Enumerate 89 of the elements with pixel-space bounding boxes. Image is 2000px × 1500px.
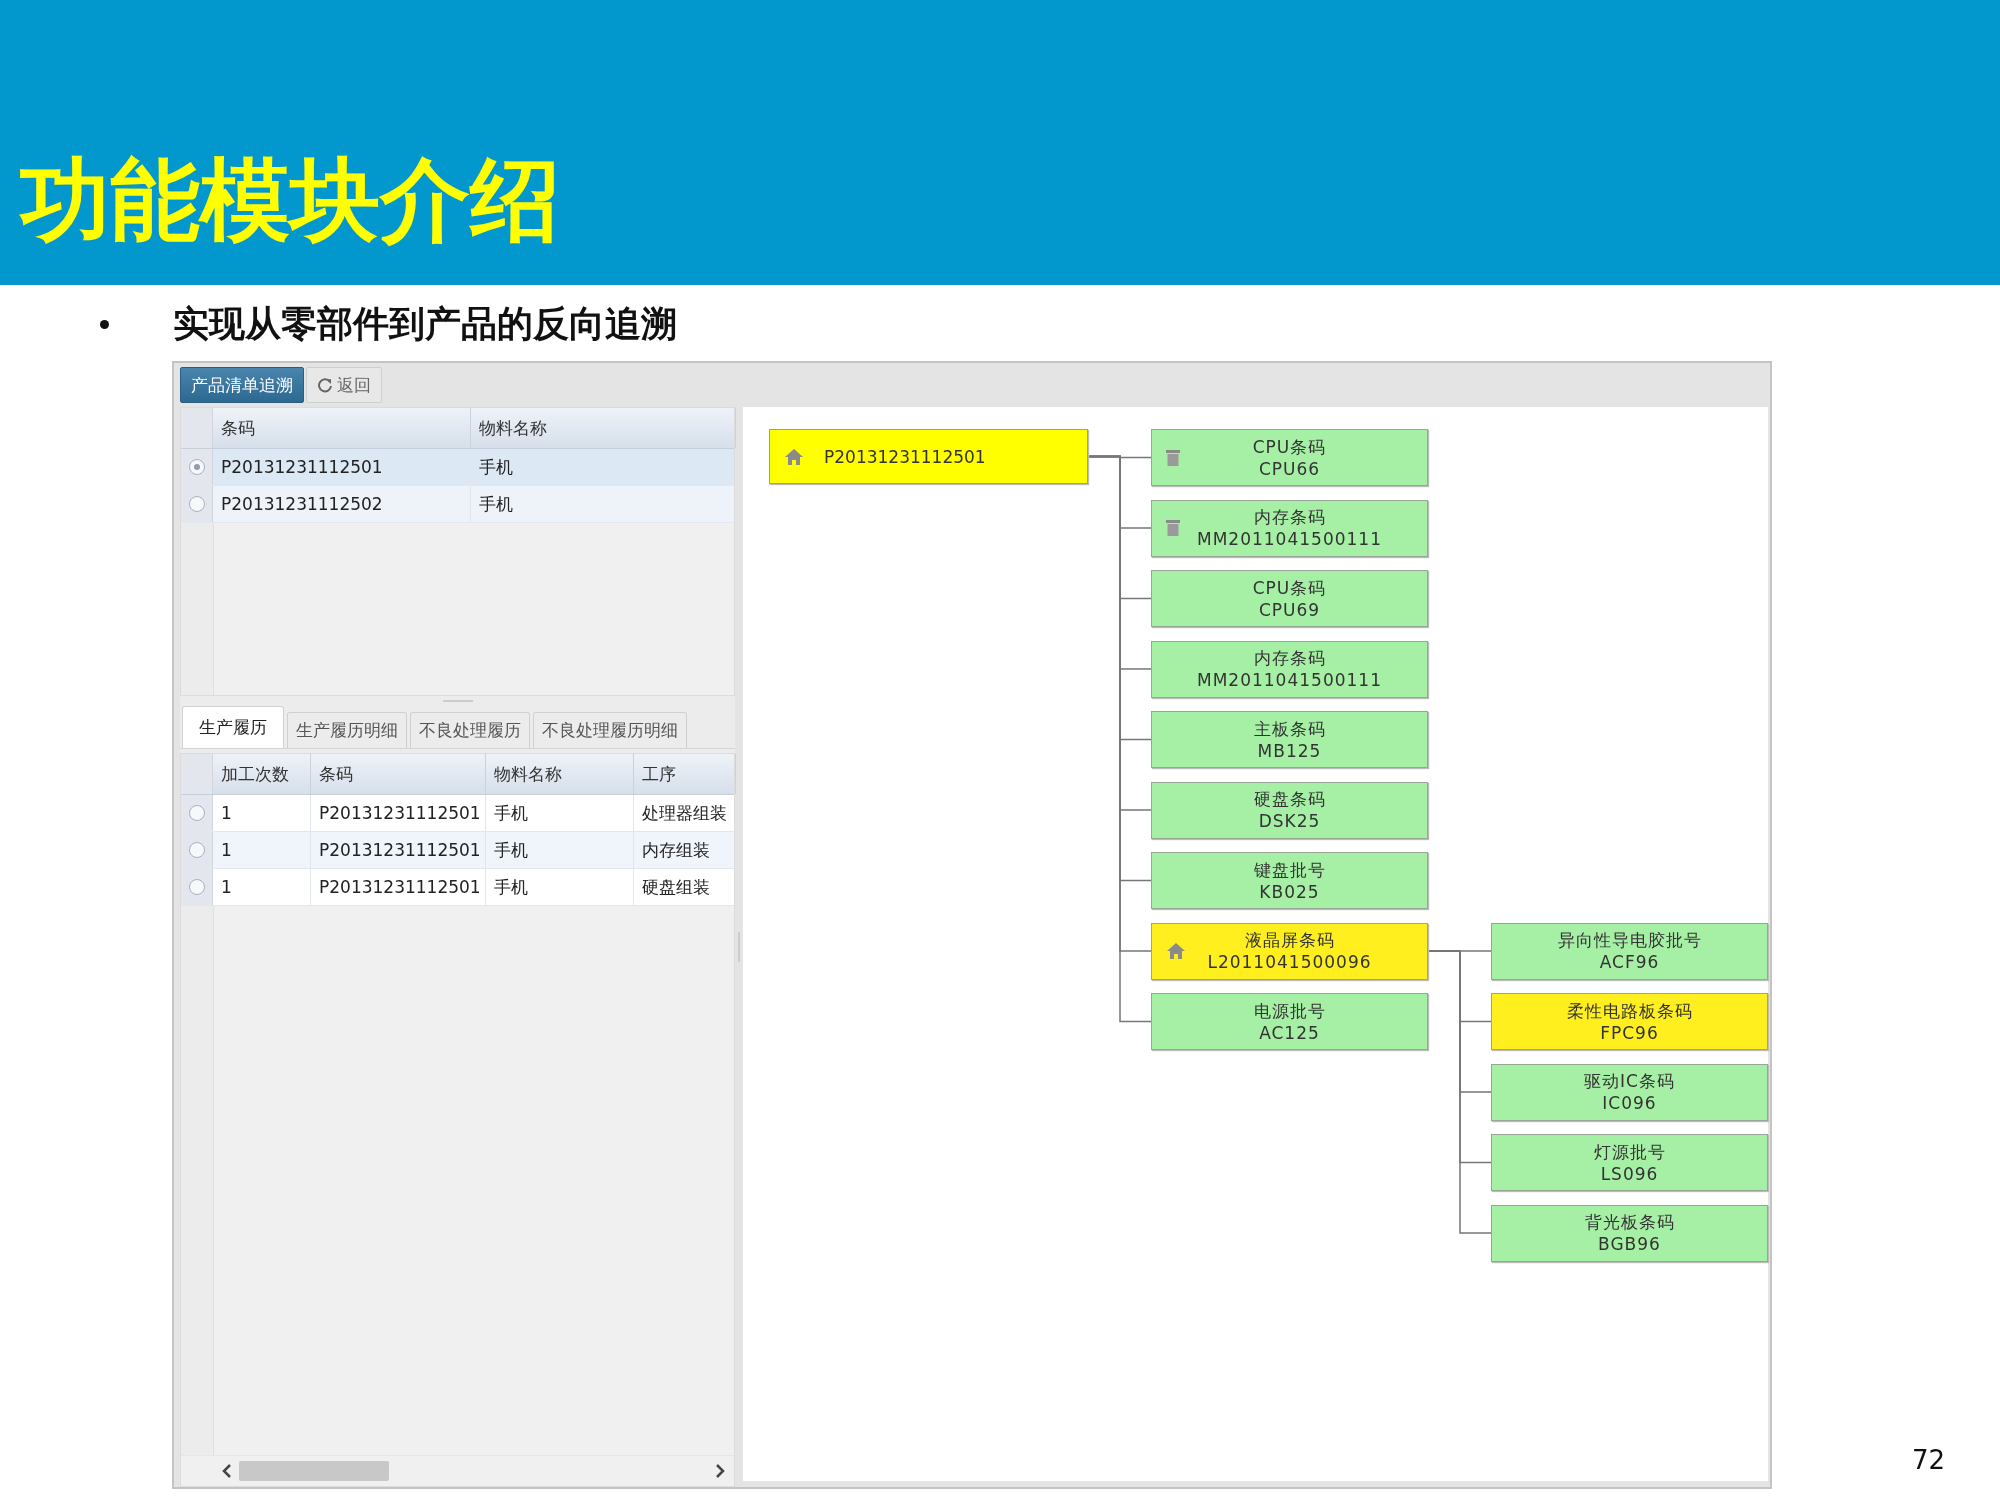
radio-button[interactable] xyxy=(188,805,205,821)
scroll-right-icon[interactable] xyxy=(714,1463,726,1479)
node-code: KB025 xyxy=(1259,880,1320,903)
node-label: 驱动IC条码 xyxy=(1584,1070,1675,1092)
tree-node[interactable]: CPU条码 CPU66 xyxy=(1151,429,1428,486)
tree-node[interactable]: 液晶屏条码 L2011041500096 xyxy=(1151,922,1428,980)
page-number: 72 xyxy=(1912,1445,1946,1475)
radio-button[interactable] xyxy=(188,842,205,858)
home-icon xyxy=(784,447,804,466)
column-header[interactable]: 物料名称 xyxy=(471,408,736,448)
table-cell: P20131231112501 xyxy=(311,832,486,868)
node-label: 电源批号 xyxy=(1253,999,1326,1022)
node-label: 液晶屏条码 xyxy=(1244,929,1335,951)
column-header[interactable]: 条码 xyxy=(311,754,486,794)
table-cell: 手机 xyxy=(486,832,634,868)
node-code: BGB96 xyxy=(1598,1233,1661,1255)
tree-node[interactable]: P20131231112501 xyxy=(769,429,1088,484)
table-cell: 1 xyxy=(213,869,311,905)
table-cell: 1 xyxy=(213,795,311,831)
column-header[interactable]: 条码 xyxy=(213,408,471,448)
node-code: P20131231112501 xyxy=(824,445,986,468)
refresh-icon xyxy=(317,377,333,393)
node-code: ACF96 xyxy=(1599,951,1660,973)
table-cell: P20131231112501 xyxy=(213,449,471,485)
tree-node[interactable]: 硬盘条码 DSK25 xyxy=(1151,781,1428,839)
tab[interactable]: 生产履历明细 xyxy=(287,712,407,748)
node-code: MM2011041500111 xyxy=(1197,669,1382,691)
table-cell: P20131231112502 xyxy=(213,486,471,522)
node-code: FPC96 xyxy=(1600,1021,1659,1044)
tree-node[interactable]: 柔性电路板条码 FPC96 xyxy=(1491,993,1768,1050)
node-code: MB125 xyxy=(1257,739,1322,762)
radio-button[interactable] xyxy=(188,879,205,895)
node-label: 硬盘条码 xyxy=(1253,788,1326,810)
node-label: CPU条码 xyxy=(1252,576,1327,599)
tree-node[interactable]: 主板条码 MB125 xyxy=(1151,711,1428,768)
tab[interactable]: 生产履历 xyxy=(182,706,284,748)
tree-node[interactable]: 背光板条码 BGB96 xyxy=(1491,1204,1768,1262)
slide-title: 功能模块介绍 xyxy=(20,150,560,250)
tree-node[interactable]: 键盘批号 KB025 xyxy=(1151,852,1428,909)
bullet-icon xyxy=(100,319,109,329)
tree-node[interactable]: 内存条码 MM2011041500111 xyxy=(1151,499,1428,557)
bullet-text: 实现从零部件到产品的反向追溯 xyxy=(173,301,677,346)
tab[interactable]: 不良处理履历 xyxy=(410,712,530,748)
node-code: CPU66 xyxy=(1258,457,1321,480)
trash-icon xyxy=(1166,519,1180,537)
table-cell: 内存组装 xyxy=(634,832,736,868)
tree-node[interactable]: 内存条码 MM2011041500111 xyxy=(1151,640,1428,698)
radio-button[interactable] xyxy=(188,496,205,512)
scrollbar-thumb[interactable] xyxy=(239,1461,389,1481)
toolbar-button[interactable]: 返回 xyxy=(306,367,382,403)
node-code: MM2011041500111 xyxy=(1197,528,1382,550)
home-icon xyxy=(1166,942,1186,960)
node-label: 内存条码 xyxy=(1253,647,1326,669)
table-cell: 手机 xyxy=(486,795,634,831)
tree-node[interactable]: 灯源批号 LS096 xyxy=(1491,1134,1768,1191)
node-code: AC125 xyxy=(1259,1021,1320,1044)
node-code: IC096 xyxy=(1602,1092,1657,1114)
table-cell: 手机 xyxy=(486,869,634,905)
node-code: DSK25 xyxy=(1258,810,1321,832)
table-cell: P20131231112501 xyxy=(311,795,486,831)
tree-node[interactable]: 电源批号 AC125 xyxy=(1151,993,1428,1050)
node-label: 内存条码 xyxy=(1253,506,1326,528)
node-label: 主板条码 xyxy=(1253,717,1326,740)
tab[interactable]: 不良处理履历明细 xyxy=(533,712,687,748)
table-cell: 手机 xyxy=(471,486,736,522)
tree-node[interactable]: 异向性导电胶批号 ACF96 xyxy=(1491,922,1768,980)
table-cell: 处理器组装 xyxy=(634,795,736,831)
node-label: 异向性导电胶批号 xyxy=(1557,929,1702,951)
tree-node[interactable]: 驱动IC条码 IC096 xyxy=(1491,1063,1768,1121)
node-label: 背光板条码 xyxy=(1584,1211,1675,1233)
table-cell: 手机 xyxy=(471,449,736,485)
node-label: 柔性电路板条码 xyxy=(1566,999,1693,1022)
table-cell: 1 xyxy=(213,832,311,868)
table-cell: 硬盘组装 xyxy=(634,869,736,905)
node-code: LS096 xyxy=(1600,1162,1659,1185)
node-code: CPU69 xyxy=(1258,598,1321,621)
column-header[interactable]: 工序 xyxy=(634,754,736,794)
node-label: 灯源批号 xyxy=(1593,1140,1666,1163)
radio-button[interactable] xyxy=(188,459,205,475)
tree-node[interactable]: CPU条码 CPU69 xyxy=(1151,570,1428,627)
trash-icon xyxy=(1166,448,1180,467)
scroll-left-icon[interactable] xyxy=(221,1463,233,1479)
column-header[interactable]: 物料名称 xyxy=(486,754,634,794)
node-label: CPU条码 xyxy=(1252,435,1327,458)
table-cell: P20131231112501 xyxy=(311,869,486,905)
node-label: 键盘批号 xyxy=(1253,858,1326,881)
column-header[interactable]: 加工次数 xyxy=(213,754,311,794)
node-code: L2011041500096 xyxy=(1207,951,1372,973)
toolbar-button[interactable]: 产品清单追溯 xyxy=(180,367,304,403)
